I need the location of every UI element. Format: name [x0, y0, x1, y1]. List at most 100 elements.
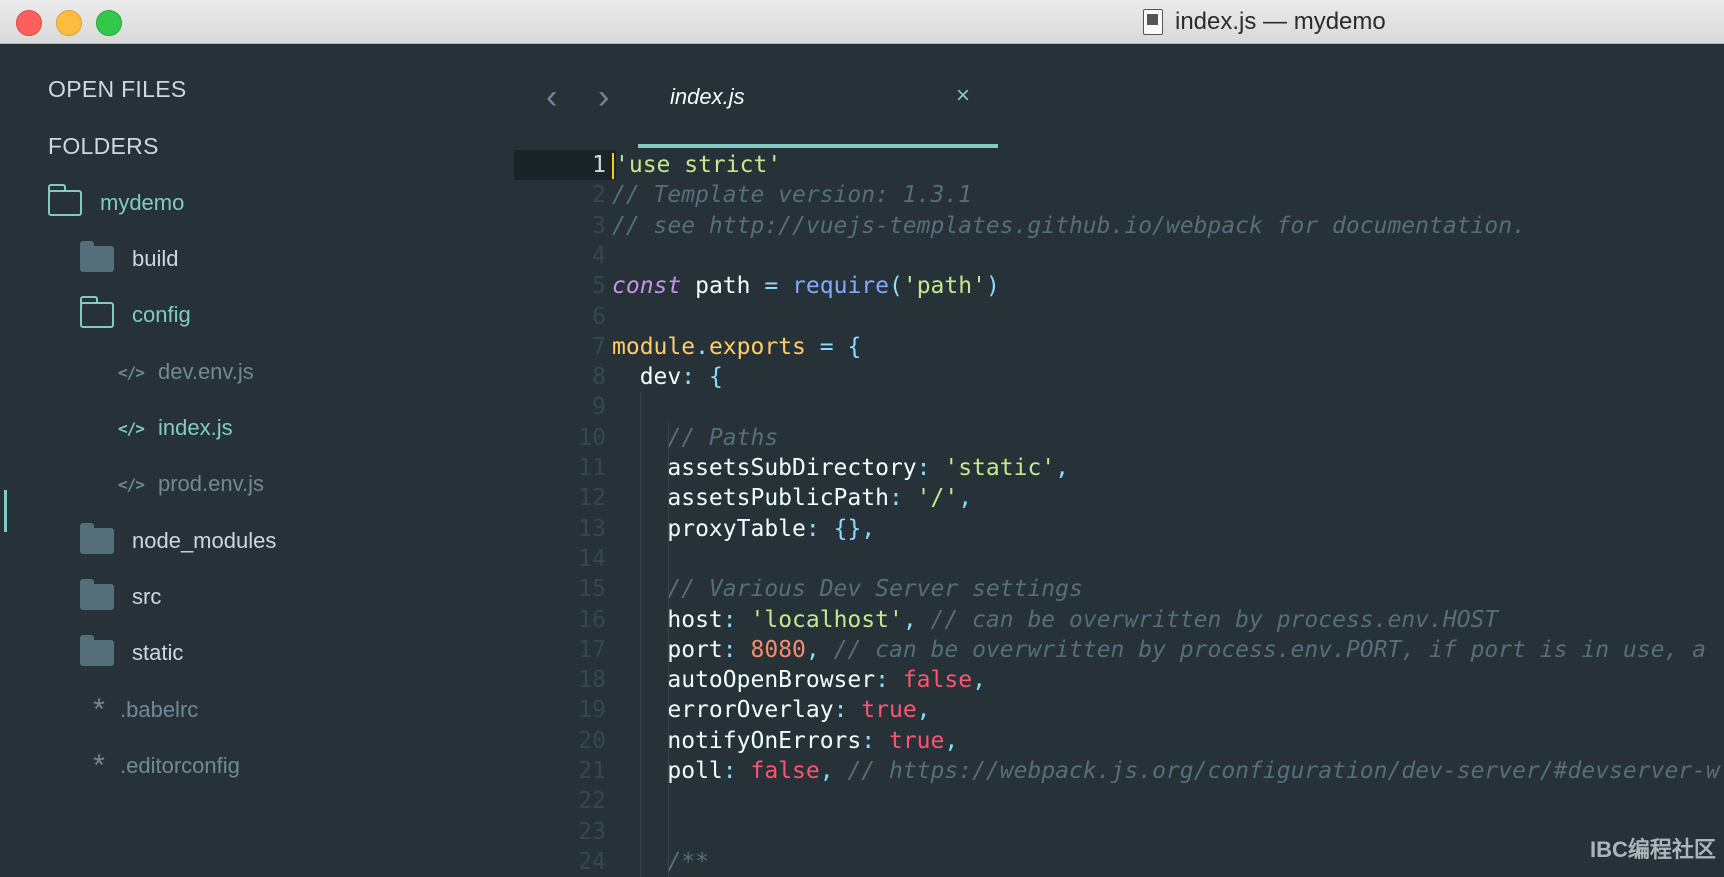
line-number: 4 — [592, 242, 606, 269]
line-number: 16 — [578, 606, 606, 633]
code-line[interactable]: 2// Template version: 1.3.1 — [514, 180, 1724, 210]
tree-item-dev-env-js[interactable]: </> dev.env.js — [118, 359, 254, 385]
code-line[interactable]: 6 — [514, 302, 1724, 332]
forward-arrow-icon[interactable]: › — [598, 80, 609, 114]
tree-item-label: build — [132, 246, 179, 271]
code-token: : — [833, 697, 848, 724]
code-line[interactable]: 17 port: 8080, // can be overwritten by … — [514, 635, 1724, 665]
code-text: /** — [612, 847, 709, 877]
tree-item-babelrc[interactable]: * .babelrc — [84, 695, 198, 725]
code-text: errorOverlay: true, — [612, 695, 930, 725]
tree-item-node-modules[interactable]: node_modules — [80, 523, 277, 554]
code-line[interactable]: 9 — [514, 392, 1724, 422]
code-token: 'use strict' — [615, 152, 782, 178]
code-token: 'localhost' — [750, 606, 903, 633]
code-token: // Template version: 1.3.1 — [612, 182, 973, 209]
code-line[interactable]: 18 autoOpenBrowser: false, — [514, 665, 1724, 695]
code-line[interactable]: 3// see http://vuejs-templates.github.io… — [514, 211, 1724, 241]
tree-item-build[interactable]: build — [80, 241, 179, 272]
tree-item-src[interactable]: src — [80, 579, 161, 610]
folder-icon — [80, 241, 114, 272]
tree-item-mydemo[interactable]: mydemo — [47, 184, 184, 216]
code-file-icon: </> — [118, 418, 145, 438]
code-token: { — [847, 333, 862, 360]
line-number: 22 — [578, 788, 606, 815]
open-files-heading[interactable]: OPEN FILES — [48, 76, 186, 103]
line-number: 13 — [578, 515, 606, 542]
code-text: assetsPublicPath: '/', — [612, 483, 972, 513]
code-token: 8080 — [750, 636, 806, 663]
code-token: , — [958, 485, 973, 512]
code-text: assetsSubDirectory: 'static', — [612, 453, 1069, 483]
line-number: 3 — [592, 212, 606, 239]
code-token: . — [695, 333, 709, 360]
code-line[interactable]: 23 — [514, 817, 1724, 847]
code-line[interactable]: 5 const path = require('path') — [514, 271, 1724, 301]
code-token: true — [861, 697, 917, 724]
code-token: // Paths — [612, 424, 779, 451]
zoom-window-button[interactable] — [96, 10, 122, 36]
close-icon[interactable]: × — [956, 82, 970, 110]
code-line[interactable]: 19 errorOverlay: true, — [514, 695, 1724, 725]
tree-item-label: dev.env.js — [158, 359, 254, 384]
folder-icon — [80, 579, 114, 610]
tree-item-config[interactable]: config — [79, 296, 191, 328]
tab-index-js[interactable]: index.js × — [638, 76, 998, 148]
tree-item-label: .editorconfig — [120, 753, 240, 778]
tree-item-label: node_modules — [132, 528, 277, 553]
asterisk-icon: * — [93, 749, 105, 782]
code-text: dev: { — [612, 362, 723, 392]
code-line[interactable]: 10 // Paths — [514, 423, 1724, 453]
tree-item-static[interactable]: static — [80, 635, 183, 666]
code-token: = — [819, 333, 834, 360]
indent-guide — [668, 422, 669, 877]
code-token: module — [612, 333, 696, 360]
window-title: index.js — mydemo — [1175, 8, 1386, 35]
code-token: const — [612, 273, 682, 300]
tree-item-label: index.js — [158, 415, 233, 440]
code-text: // Template version: 1.3.1 — [612, 180, 972, 210]
code-token: // can be overwritten by process.env.POR… — [819, 636, 1706, 663]
code-line[interactable]: 20 notifyOnErrors: true, — [514, 726, 1724, 756]
back-arrow-icon[interactable]: ‹ — [546, 80, 557, 114]
code-token: = — [764, 273, 779, 300]
close-window-button[interactable] — [16, 10, 42, 36]
code-line[interactable]: 7 module.exports = { — [514, 332, 1724, 362]
code-line[interactable]: 13 proxyTable: {}, — [514, 514, 1724, 544]
code-line[interactable]: 22 — [514, 786, 1724, 816]
line-number: 12 — [578, 485, 606, 512]
folders-heading[interactable]: FOLDERS — [48, 133, 159, 160]
tree-item-index-js[interactable]: </> index.js — [118, 415, 233, 441]
code-token: /** — [612, 848, 709, 875]
code-token: , — [944, 727, 959, 754]
code-line[interactable]: 16 host: 'localhost', // can be overwrit… — [514, 605, 1724, 635]
code-token: dev — [612, 364, 682, 391]
code-token: : — [722, 636, 737, 663]
code-token: : — [805, 515, 820, 542]
sidebar: OPEN FILES FOLDERS mydemo build config <… — [0, 44, 514, 870]
code-line[interactable]: 8 dev: { — [514, 362, 1724, 392]
code-line[interactable]: 12 assetsPublicPath: '/', — [514, 483, 1724, 513]
code-token: , — [972, 667, 986, 694]
code-line[interactable]: 11 assetsSubDirectory: 'static', — [514, 453, 1724, 483]
tree-item-prod-env-js[interactable]: </> prod.env.js — [118, 471, 264, 497]
code-line[interactable]: 24 /** — [514, 847, 1724, 877]
code-line[interactable]: 14 — [514, 544, 1724, 574]
code-text: poll: false, // https://webpack.js.org/c… — [612, 756, 1719, 786]
code-token: false — [750, 758, 820, 784]
line-number: 23 — [578, 818, 606, 845]
tree-item-label: prod.env.js — [158, 471, 264, 496]
code-line[interactable]: 21 poll: false, // https://webpack.js.or… — [514, 756, 1724, 786]
code-editor[interactable]: 1'use strict' 2// Template version: 1.3.1… — [514, 150, 1724, 877]
line-number: 19 — [578, 697, 606, 724]
code-line[interactable]: 4 — [514, 241, 1724, 271]
folder-icon — [80, 523, 114, 554]
code-line[interactable]: 1 'use strict' — [514, 150, 1724, 180]
minimize-window-button[interactable] — [56, 10, 82, 36]
tree-item-editorconfig[interactable]: * .editorconfig — [84, 749, 240, 782]
code-line[interactable]: 15 // Various Dev Server settings — [514, 574, 1724, 604]
